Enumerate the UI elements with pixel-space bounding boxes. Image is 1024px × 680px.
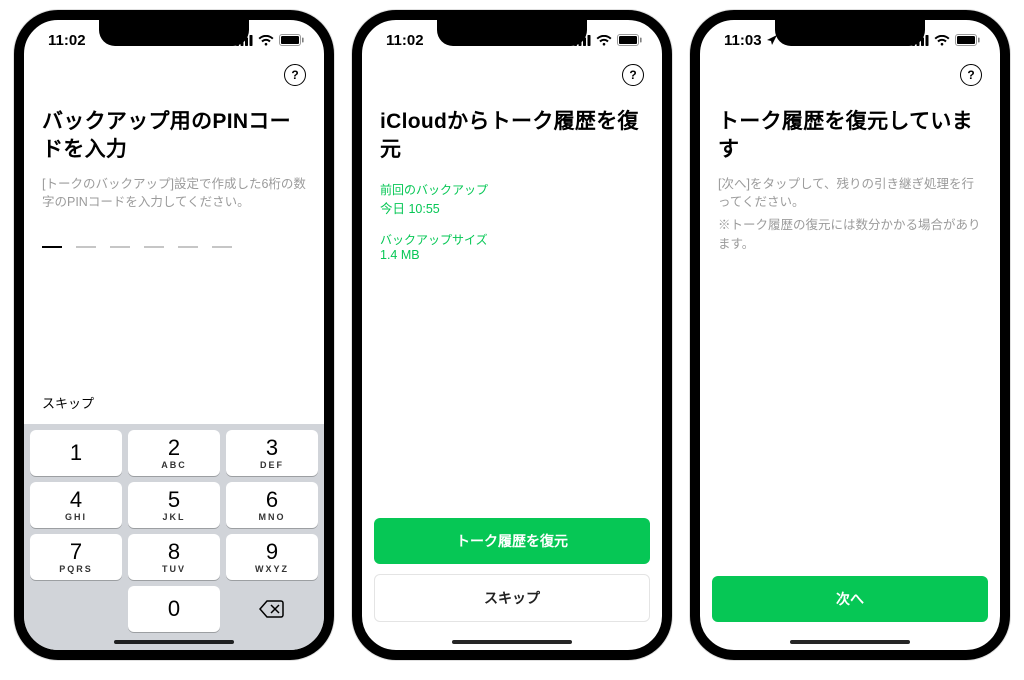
page-title: iCloudからトーク履歴を復元 (380, 108, 644, 165)
last-backup-label: 前回のバックアップ (380, 181, 644, 198)
help-icon[interactable]: ? (284, 64, 306, 86)
pin-slot (42, 246, 62, 248)
skip-link[interactable]: スキップ (42, 393, 306, 412)
page-title: トーク履歴を復元しています (718, 108, 982, 165)
keypad-key-8[interactable]: 8TUV (128, 534, 220, 580)
keypad-key-7[interactable]: 7PQRS (30, 534, 122, 580)
help-icon[interactable]: ? (960, 64, 982, 86)
next-button[interactable]: 次へ (712, 576, 988, 622)
pin-slot (76, 246, 96, 248)
wifi-icon (258, 35, 274, 46)
backup-size-label: バックアップサイズ (380, 231, 644, 248)
page-description: [トークのバックアップ]設定で作成した6桁の数字のPINコードを入力してください… (42, 175, 306, 213)
device-notch (437, 20, 587, 46)
keypad-blank (30, 586, 122, 632)
home-indicator[interactable] (452, 640, 572, 644)
keypad-key-9[interactable]: 9WXYZ (226, 534, 318, 580)
help-icon[interactable]: ? (622, 64, 644, 86)
pin-slot (178, 246, 198, 248)
battery-icon (279, 34, 304, 46)
keypad-key-1[interactable]: 1 (30, 430, 122, 476)
battery-icon (955, 34, 980, 46)
skip-button[interactable]: スキップ (374, 574, 650, 622)
page-title: バックアップ用のPINコードを入力 (42, 108, 306, 165)
home-indicator[interactable] (790, 640, 910, 644)
backup-info: 前回のバックアップ 今日 10:55 バックアップサイズ 1.4 MB (380, 181, 644, 276)
backup-size-value: 1.4 MB (380, 248, 644, 262)
last-backup-value: 今日 10:55 (380, 198, 644, 217)
keypad-key-0[interactable]: 0 (128, 586, 220, 632)
pin-input[interactable] (42, 246, 306, 248)
keypad-key-3[interactable]: 3DEF (226, 430, 318, 476)
backspace-icon (259, 600, 285, 618)
keypad-backspace[interactable] (226, 586, 318, 632)
pin-slot (110, 246, 130, 248)
page-description-line1: [次へ]をタップして、残りの引き継ぎ処理を行ってください。 (718, 175, 982, 213)
keypad-key-2[interactable]: 2ABC (128, 430, 220, 476)
numeric-keypad: 1 2ABC 3DEF 4GHI 5JKL 6MNO 7PQRS 8TUV 9W… (24, 424, 324, 650)
battery-icon (617, 34, 642, 46)
keypad-key-4[interactable]: 4GHI (30, 482, 122, 528)
phone-frame: 11:02 ? バックアップ用のPINコードを入力 [トークのバックアップ]設定… (14, 10, 334, 660)
device-notch (775, 20, 925, 46)
page-description-line2: ※トーク履歴の復元には数分かかる場合があります。 (718, 216, 982, 254)
phone-frame: 11:03 ? トーク履歴を復元しています [次へ]をタップして、残りの引き継ぎ… (690, 10, 1010, 660)
phone-frame: 11:02 ? iCloudからトーク履歴を復元 前回のバックアップ 今日 10… (352, 10, 672, 660)
pin-slot (144, 246, 164, 248)
home-indicator[interactable] (114, 640, 234, 644)
restore-button[interactable]: トーク履歴を復元 (374, 518, 650, 564)
device-notch (99, 20, 249, 46)
status-time: 11:03 (724, 32, 762, 49)
wifi-icon (934, 35, 950, 46)
keypad-key-5[interactable]: 5JKL (128, 482, 220, 528)
pin-slot (212, 246, 232, 248)
status-time: 11:02 (386, 32, 424, 49)
keypad-key-6[interactable]: 6MNO (226, 482, 318, 528)
wifi-icon (596, 35, 612, 46)
status-time: 11:02 (48, 32, 86, 49)
